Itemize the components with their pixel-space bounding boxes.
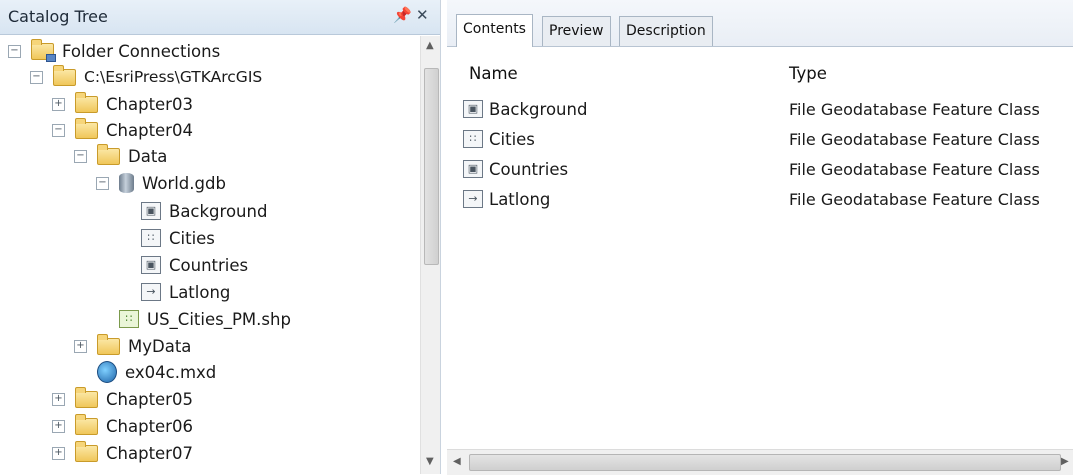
- tree-node-label: Chapter04: [106, 120, 193, 140]
- scroll-up-icon[interactable]: ▲: [426, 40, 434, 51]
- collapse-icon[interactable]: −: [8, 44, 21, 58]
- tree-node-label: Data: [128, 146, 168, 166]
- tree-node-label: World.gdb: [142, 173, 226, 193]
- column-header-name[interactable]: Name: [469, 64, 518, 83]
- tree-node-label: Background: [169, 201, 268, 221]
- tree-node-chapter07[interactable]: + Chapter07: [52, 440, 193, 466]
- tree-node-data[interactable]: − Data: [74, 143, 167, 169]
- catalog-tree-panel: Catalog Tree 📌 ✕ − Folder Connections − …: [0, 0, 441, 474]
- expand-icon[interactable]: +: [52, 446, 65, 460]
- polygon-feature-icon: ▣: [141, 202, 161, 220]
- tree-node-ex04c-mxd[interactable]: ex04c.mxd: [97, 359, 216, 385]
- expand-icon[interactable]: +: [52, 97, 65, 111]
- folder-icon: [97, 333, 120, 355]
- tree-node-chapter06[interactable]: + Chapter06: [52, 413, 193, 439]
- tree-node-label: Chapter05: [106, 389, 193, 409]
- tree-node-label: C:\EsriPress\GTKArcGIS: [84, 68, 263, 86]
- tab-preview[interactable]: Preview: [542, 16, 611, 46]
- tree-vertical-scrollbar[interactable]: ▲ ▼: [420, 36, 440, 474]
- list-item[interactable]: ∷ Cities File Geodatabase Feature Class: [463, 125, 1063, 153]
- folder-icon: [75, 91, 98, 113]
- folder-icon: [97, 143, 120, 165]
- tree-node-latlong[interactable]: → Latlong: [141, 279, 230, 305]
- item-name: Cities: [489, 129, 535, 149]
- item-type: File Geodatabase Feature Class: [789, 159, 1040, 179]
- folder-icon: [75, 413, 98, 435]
- list-item[interactable]: → Latlong File Geodatabase Feature Class: [463, 185, 1063, 213]
- scroll-right-icon[interactable]: ▶: [1061, 456, 1069, 467]
- contents-panel: Contents Preview Description Name Type ▣…: [447, 0, 1073, 475]
- scroll-left-icon[interactable]: ◀: [453, 456, 461, 467]
- geodatabase-icon: [119, 173, 134, 193]
- item-name: Latlong: [489, 189, 551, 209]
- tree-node-root-path[interactable]: − C:\EsriPress\GTKArcGIS: [30, 64, 262, 90]
- item-type: File Geodatabase Feature Class: [789, 99, 1040, 119]
- tree-node-mydata[interactable]: + MyData: [74, 333, 191, 359]
- point-shapefile-icon: ∷: [119, 310, 139, 328]
- tree-node-label: Chapter03: [106, 94, 193, 114]
- scrollbar-thumb[interactable]: [469, 454, 1061, 471]
- tree-node-label: Latlong: [169, 282, 231, 302]
- folder-icon: [53, 64, 76, 86]
- collapse-icon[interactable]: −: [30, 70, 43, 84]
- tree-node-chapter05[interactable]: + Chapter05: [52, 386, 193, 412]
- tab-bar: Contents Preview Description: [447, 0, 1073, 47]
- collapse-icon[interactable]: −: [52, 123, 65, 137]
- folder-icon: [75, 440, 98, 462]
- item-name: Countries: [489, 159, 569, 179]
- catalog-tree-titlebar: Catalog Tree 📌 ✕: [0, 0, 440, 35]
- expand-icon[interactable]: +: [52, 419, 65, 433]
- tree-node-folder-connections[interactable]: − Folder Connections: [8, 38, 220, 64]
- expand-icon[interactable]: +: [74, 339, 87, 353]
- line-feature-icon: →: [463, 190, 483, 208]
- tree-node-countries[interactable]: ▣ Countries: [141, 252, 248, 278]
- tree-node-label: Folder Connections: [62, 41, 221, 61]
- tree-node-label: Countries: [169, 255, 249, 275]
- tab-description[interactable]: Description: [619, 16, 713, 46]
- tree-node-us-cities-shp[interactable]: ∷ US_Cities_PM.shp: [119, 306, 291, 332]
- polygon-feature-icon: ▣: [463, 100, 483, 118]
- collapse-icon[interactable]: −: [96, 176, 109, 190]
- folder-icon: [75, 117, 98, 139]
- tree-node-label: MyData: [128, 336, 192, 356]
- tree-node-chapter03[interactable]: + Chapter03: [52, 91, 193, 117]
- tree-node-cities[interactable]: ∷ Cities: [141, 225, 215, 251]
- tree-node-chapter04[interactable]: − Chapter04: [52, 117, 193, 143]
- scroll-down-icon[interactable]: ▼: [426, 456, 434, 467]
- catalog-tree: − Folder Connections − C:\EsriPress\GTKA…: [0, 36, 418, 474]
- point-feature-icon: ∷: [463, 130, 483, 148]
- collapse-icon[interactable]: −: [74, 149, 87, 163]
- pin-icon[interactable]: 📌: [393, 6, 412, 24]
- map-document-icon: [97, 361, 117, 383]
- item-type: File Geodatabase Feature Class: [789, 189, 1040, 209]
- panel-title: Catalog Tree: [8, 7, 108, 26]
- tree-node-background[interactable]: ▣ Background: [141, 198, 267, 224]
- point-feature-icon: ∷: [141, 229, 161, 247]
- tree-node-world-gdb[interactable]: − World.gdb: [96, 170, 226, 196]
- polygon-feature-icon: ▣: [463, 160, 483, 178]
- list-item[interactable]: ▣ Countries File Geodatabase Feature Cla…: [463, 155, 1063, 183]
- tree-node-label: Chapter06: [106, 416, 193, 436]
- expand-icon[interactable]: +: [52, 392, 65, 406]
- folder-icon: [75, 386, 98, 408]
- tree-node-label: ex04c.mxd: [125, 362, 217, 382]
- scrollbar-thumb[interactable]: [424, 68, 439, 265]
- tree-node-label: Chapter07: [106, 443, 193, 463]
- close-icon[interactable]: ✕: [416, 6, 429, 24]
- contents-horizontal-scrollbar[interactable]: ◀ ▶: [447, 449, 1073, 475]
- folder-connection-icon: [31, 38, 56, 62]
- item-type: File Geodatabase Feature Class: [789, 129, 1040, 149]
- tree-node-label: US_Cities_PM.shp: [147, 309, 291, 329]
- list-item[interactable]: ▣ Background File Geodatabase Feature Cl…: [463, 95, 1063, 123]
- tab-contents[interactable]: Contents: [456, 14, 533, 47]
- column-header-type[interactable]: Type: [789, 64, 827, 83]
- tree-node-label: Cities: [169, 228, 215, 248]
- item-name: Background: [489, 99, 588, 119]
- polygon-feature-icon: ▣: [141, 256, 161, 274]
- line-feature-icon: →: [141, 283, 161, 301]
